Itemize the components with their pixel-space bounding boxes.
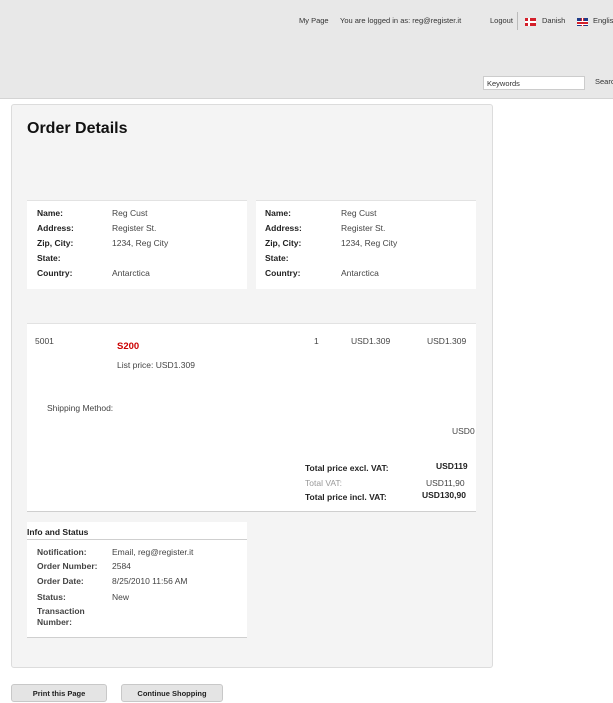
shipping-address-value: Register St. <box>341 223 386 233</box>
nav-divider <box>517 12 518 30</box>
billing-address-label: Address: <box>37 223 74 233</box>
my-page-link[interactable]: My Page <box>299 16 329 25</box>
billing-name-value: Reg Cust <box>112 208 148 218</box>
order-line-list-price: List price: USD1.309 <box>117 360 195 370</box>
shipping-cost: USD0 <box>452 426 475 436</box>
top-navigation: My Page You are logged in as: reg@regist… <box>0 12 613 30</box>
notification-label: Notification: <box>37 547 87 557</box>
continue-shopping-button[interactable]: Continue Shopping <box>121 684 223 702</box>
billing-address-value: Register St. <box>112 223 157 233</box>
status-label: Status: <box>37 592 66 602</box>
search-button[interactable]: Search <box>595 77 613 86</box>
order-date-value: 8/25/2010 11:56 AM <box>112 576 188 586</box>
order-line-quantity: 1 <box>314 336 319 346</box>
shipping-name-label: Name: <box>265 208 291 218</box>
order-number-label: Order Number: <box>37 561 98 571</box>
shipping-address-label: Address: <box>265 223 302 233</box>
print-page-button[interactable]: Print this Page <box>11 684 107 702</box>
transaction-number-label-line1: Transaction <box>37 606 85 616</box>
total-incl-vat-value: USD130,90 <box>422 490 466 500</box>
shipping-zip-city-value: 1234, Reg City <box>341 238 398 248</box>
total-vat-value: USD11,90 <box>426 478 465 488</box>
transaction-number-label-line2: Number: <box>37 617 72 627</box>
order-number-value: 2584 <box>112 561 131 571</box>
shipping-zip-city-label: Zip, City: <box>265 238 302 248</box>
language-danish-link[interactable]: Danish <box>542 16 565 25</box>
total-incl-vat-label: Total price incl. VAT: <box>305 492 387 502</box>
billing-zip-city-label: Zip, City: <box>37 238 74 248</box>
english-flag-icon[interactable] <box>577 18 588 26</box>
status-value: New <box>112 592 130 602</box>
notification-value: Email, reg@register.it <box>112 547 194 557</box>
shipping-country-value: Antarctica <box>341 268 379 278</box>
page-title: Order Details <box>27 120 128 137</box>
shipping-name-value: Reg Cust <box>341 208 377 218</box>
logged-in-text: You are logged in as: reg@register.it <box>340 16 462 25</box>
order-line-total: USD1.309 <box>427 336 467 346</box>
billing-country-label: Country: <box>37 268 73 278</box>
order-lines-box <box>27 323 476 512</box>
info-status-divider <box>27 539 247 540</box>
total-excl-vat-value: USD119 <box>436 461 468 471</box>
billing-state-label: State: <box>37 253 61 263</box>
shipping-country-label: Country: <box>265 268 301 278</box>
language-english-link[interactable]: English <box>593 16 613 25</box>
info-status-title: Info and Status <box>27 527 89 537</box>
search-input[interactable] <box>483 76 585 90</box>
shipping-method-label: Shipping Method: <box>47 403 114 413</box>
logout-link[interactable]: Logout <box>490 16 513 25</box>
danish-flag-icon[interactable] <box>525 18 536 26</box>
order-line-product-link[interactable]: S200 <box>117 341 139 352</box>
order-line-sku: 5001 <box>35 336 54 346</box>
shipping-state-label: State: <box>265 253 289 263</box>
billing-name-label: Name: <box>37 208 63 218</box>
billing-country-value: Antarctica <box>112 268 150 278</box>
order-line-unit-price: USD1.309 <box>351 336 391 346</box>
billing-zip-city-value: 1234, Reg City <box>112 238 169 248</box>
order-date-label: Order Date: <box>37 576 84 586</box>
total-excl-vat-label: Total price excl. VAT: <box>305 463 389 473</box>
total-vat-label: Total VAT: <box>305 478 343 488</box>
